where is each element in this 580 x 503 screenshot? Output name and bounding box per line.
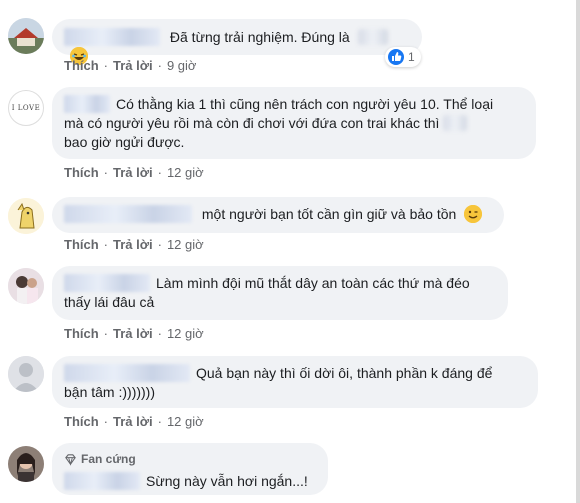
comment-text-line-2: thấy lái đâu cả (64, 294, 155, 310)
comment-bubble: Làm mình đội mũ thắt dây an toàn các thứ… (52, 266, 508, 320)
comment-text: một người bạn tốt cần gìn giữ và bảo tồn (201, 206, 457, 222)
like-link[interactable]: Thích (64, 237, 99, 252)
badge-label: Fan cứng (81, 452, 136, 466)
commenter-name-blurred[interactable] (64, 205, 192, 223)
avatar-text: I LOVE (11, 104, 41, 112)
comment-timestamp[interactable]: 12 giờ (167, 237, 204, 252)
commenter-name-blurred[interactable] (64, 274, 150, 292)
comment-timestamp[interactable]: 9 giờ (167, 58, 197, 73)
comment-actions: Thích · Trả lời · 12 giờ (64, 237, 204, 252)
comment-text-line-2: mà có người yêu rồi mà còn đi chơi với đ… (64, 115, 440, 131)
reply-link[interactable]: Trả lời (113, 237, 153, 252)
comment-timestamp[interactable]: 12 giờ (167, 326, 204, 341)
avatar[interactable] (8, 446, 44, 482)
comment-bubble: một người bạn tốt cần gìn giữ và bảo tồn (52, 197, 504, 233)
avatar[interactable] (8, 268, 44, 304)
comment-bubble: Đã từng trải nghiệm. Đúng là (52, 19, 422, 65)
commenter-name-blurred[interactable] (64, 28, 160, 46)
reply-link[interactable]: Trả lời (113, 414, 153, 429)
reaction-count-badge[interactable]: 1 (385, 47, 421, 67)
avatar[interactable] (8, 18, 44, 54)
blurred-word (357, 29, 388, 45)
comment-bubble: Có thằng kia 1 thì cũng nên trách con ng… (52, 87, 536, 159)
comment-timestamp[interactable]: 12 giờ (167, 165, 204, 180)
comment-actions: Thích · Trả lời · 12 giờ (64, 326, 204, 341)
like-link[interactable]: Thích (64, 414, 99, 429)
like-icon (388, 49, 404, 65)
comment-text: Sừng này vẫn hơi ngắn...! (146, 473, 308, 489)
comment-actions: Thích · Trả lời · 12 giờ (64, 414, 204, 429)
reaction-count: 1 (408, 50, 415, 64)
reply-link[interactable]: Trả lời (113, 58, 153, 73)
comment-bubble: Quả bạn này thì ối dời ôi, thành phần k … (52, 356, 538, 408)
commenter-name-blurred[interactable] (64, 364, 190, 382)
winking-emoji-icon (464, 205, 483, 223)
commenter-name-blurred[interactable] (64, 95, 110, 113)
avatar[interactable] (8, 356, 44, 392)
like-link[interactable]: Thích (64, 58, 99, 73)
like-link[interactable]: Thích (64, 165, 99, 180)
page-right-border (576, 0, 580, 503)
diamond-icon (65, 454, 76, 466)
commenter-name-blurred[interactable] (64, 472, 140, 490)
comment-text-line-2: bận tâm :))))))) (64, 384, 155, 400)
reply-link[interactable]: Trả lời (113, 165, 153, 180)
avatar[interactable] (8, 198, 44, 234)
reply-link[interactable]: Trả lời (113, 326, 153, 341)
comment-text-line-1: Quả bạn này thì ối dời ôi, thành phần k … (196, 365, 493, 381)
comment-actions: Thích · Trả lời · 9 giờ (64, 58, 197, 73)
like-link[interactable]: Thích (64, 326, 99, 341)
comment-text: Đã từng trải nghiệm. Đúng là (169, 29, 350, 45)
comment-timestamp[interactable]: 12 giờ (167, 414, 204, 429)
comment-text-line-1: Có thằng kia 1 thì cũng nên trách con ng… (116, 96, 494, 112)
avatar[interactable]: I LOVE (8, 90, 44, 126)
top-fan-badge: Fan cứng (64, 450, 316, 469)
comment-bubble: Fan cứng Sừng này vẫn hơi ngắn...! (52, 443, 328, 495)
comment-text-line-1: Làm mình đội mũ thắt dây an toàn các thứ… (156, 275, 470, 291)
comment-actions: Thích · Trả lời · 12 giờ (64, 165, 204, 180)
comment-text-line-3: bao giờ ngửi được. (64, 134, 185, 150)
blurred-word (443, 115, 468, 131)
